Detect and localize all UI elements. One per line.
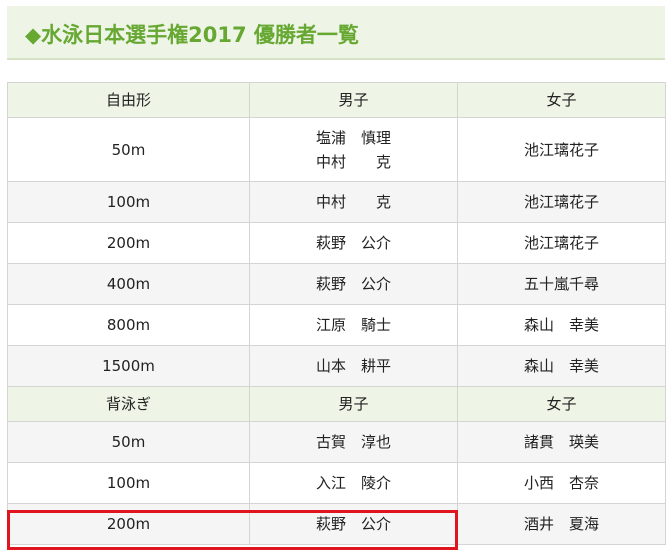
table-row: 800m 江原 騎士 森山 幸美 [7, 304, 666, 346]
event-cell: 200m [7, 222, 250, 264]
header-men: 男子 [249, 386, 458, 422]
event-cell: 400m [7, 263, 250, 305]
header-event: 背泳ぎ [7, 386, 250, 422]
women-winner-cell: 森山 幸美 [523, 357, 599, 375]
header-event: 自由形 [7, 82, 250, 118]
event-cell: 50m [7, 421, 250, 463]
men-winner-cell: 入江 陵介 [315, 474, 391, 492]
men-winner-cell: 中村 克 [315, 193, 391, 211]
winners-table: 自由形 男子 女子 50m 塩浦 慎理 中村 克 池江璃花子 100m 中村 克… [7, 82, 666, 545]
header-men: 男子 [249, 82, 458, 118]
event-cell: 100m [7, 181, 250, 223]
men-winner-cell: 山本 耕平 [315, 357, 391, 375]
table-row: 200m 萩野 公介 酒井 夏海 [7, 503, 666, 545]
women-winner-cell: 小西 杏奈 [523, 474, 599, 492]
title-bar: ◆水泳日本選手権2017 優勝者一覧 [7, 6, 665, 60]
event-cell: 100m [7, 462, 250, 504]
page-title: ◆水泳日本選手権2017 優勝者一覧 [25, 23, 359, 47]
women-winner-cell: 池江璃花子 [457, 222, 666, 264]
women-winner-cell: 森山 幸美 [523, 316, 599, 334]
table-row: 400m 萩野 公介 五十嵐千尋 [7, 263, 666, 305]
table-row: 100m 入江 陵介 小西 杏奈 [7, 462, 666, 504]
event-cell: 800m [7, 304, 250, 346]
women-winner-cell: 酒井 夏海 [523, 515, 599, 533]
event-cell: 50m [7, 117, 250, 182]
table-row: 50m 古賀 淳也 諸貫 瑛美 [7, 421, 666, 463]
table-row: 50m 塩浦 慎理 中村 克 池江璃花子 [7, 117, 666, 182]
men-winner-cell: 萩野 公介 [315, 515, 391, 533]
table-row: 100m 中村 克 池江璃花子 [7, 181, 666, 223]
header-women: 女子 [457, 386, 666, 422]
women-winner-cell: 諸貫 瑛美 [523, 433, 599, 451]
table-row: 200m 萩野 公介 池江璃花子 [7, 222, 666, 264]
men-winner-cell: 萩野 公介 [315, 234, 391, 252]
men-winner-cell: 塩浦 慎理 中村 克 [315, 128, 391, 171]
women-winner-cell: 五十嵐千尋 [457, 263, 666, 305]
header-women: 女子 [457, 82, 666, 118]
section-header-backstroke: 背泳ぎ 男子 女子 [7, 386, 666, 422]
event-cell: 200m [7, 503, 250, 545]
men-winner-cell: 古賀 淳也 [315, 433, 391, 451]
section-header-freestyle: 自由形 男子 女子 [7, 82, 666, 118]
women-winner-cell: 池江璃花子 [457, 117, 666, 182]
table-row: 1500m 山本 耕平 森山 幸美 [7, 345, 666, 387]
women-winner-cell: 池江璃花子 [457, 181, 666, 223]
men-winner-cell: 萩野 公介 [315, 275, 391, 293]
men-winner-cell: 江原 騎士 [315, 316, 391, 334]
event-cell: 1500m [7, 345, 250, 387]
